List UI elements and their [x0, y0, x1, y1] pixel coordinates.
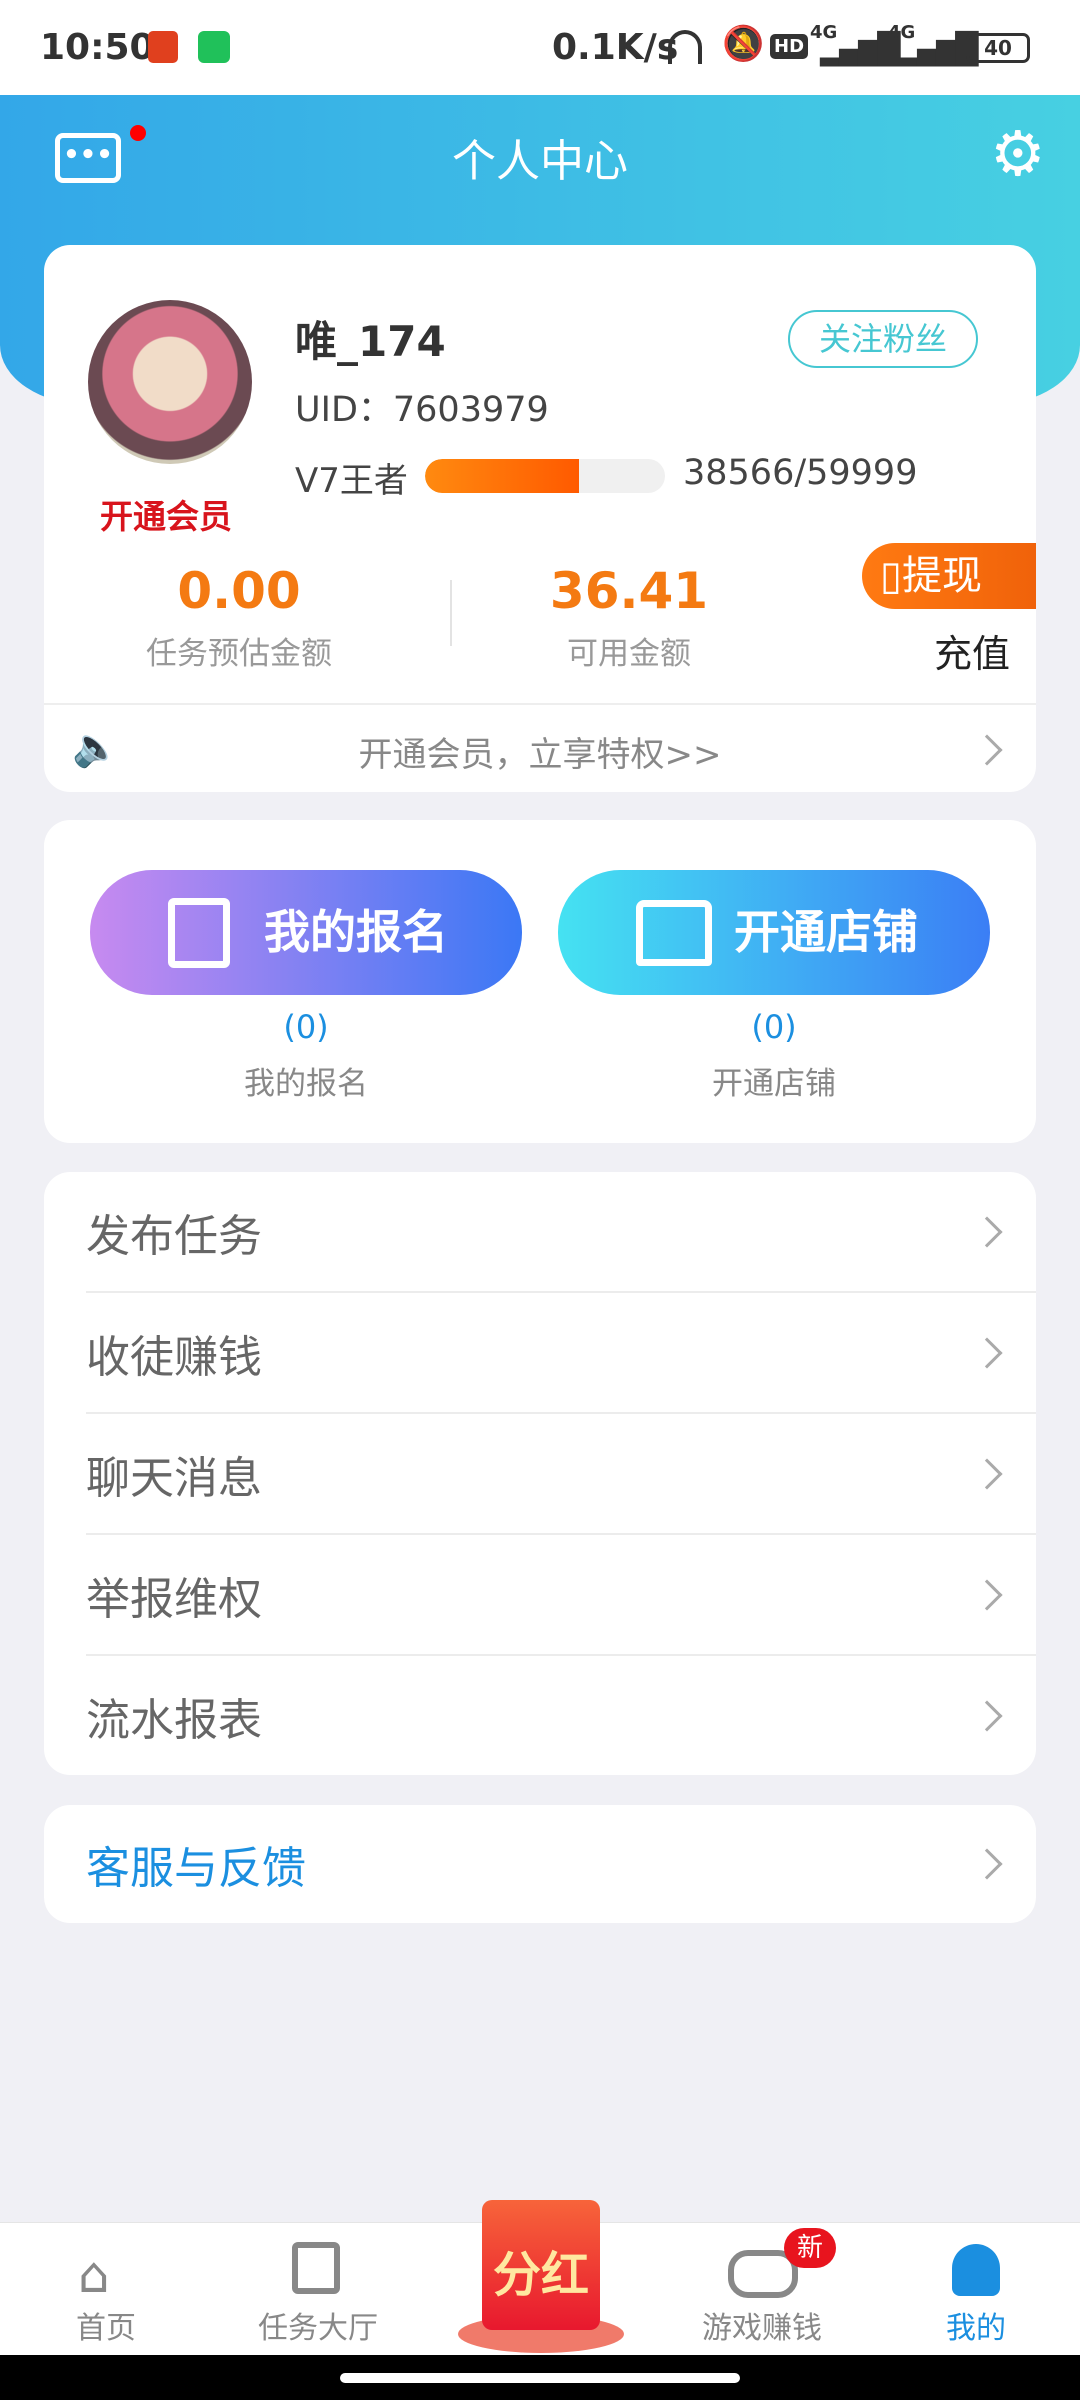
- my-signups-button[interactable]: 我的报名: [90, 870, 522, 995]
- menu-item-recruit[interactable]: 收徒赚钱: [86, 1293, 1036, 1414]
- nav-dividend[interactable]: 分红: [458, 2180, 624, 2355]
- username: 唯_174: [295, 317, 446, 366]
- home-indicator[interactable]: [340, 2373, 740, 2383]
- vip-banner[interactable]: 🔈 开通会员，立享特权>>: [44, 705, 1036, 792]
- profile-card: 开通会员 唯_174 UID：7603979 关注粉丝 V7王者 38566/5…: [44, 245, 1036, 792]
- home-icon: ⌂: [78, 2246, 110, 2304]
- shop-icon: [636, 900, 712, 966]
- open-vip-link[interactable]: 开通会员: [100, 490, 232, 538]
- chevron-right-icon: [971, 1457, 1003, 1490]
- document-icon: [292, 2242, 340, 2294]
- menu-label: 客服与反馈: [86, 1843, 306, 1894]
- level-progress-text: 38566/59999: [683, 453, 918, 493]
- phone-icon: ▯: [880, 553, 903, 599]
- my-signups-count: (0): [283, 1008, 329, 1046]
- red-envelope-icon: 分红: [482, 2200, 600, 2330]
- estimated-amount: 0.00: [177, 562, 301, 620]
- signal-icon-2: ▂▄▆█: [898, 32, 978, 67]
- menu-label: 发布任务: [86, 1210, 262, 1262]
- menu-label: 举报维权: [86, 1573, 262, 1625]
- menu-item-statement[interactable]: 流水报表: [86, 1656, 1036, 1775]
- recharge-link[interactable]: 充值: [934, 623, 1010, 678]
- menu-label: 收徒赚钱: [86, 1331, 262, 1383]
- chevron-right-icon: [971, 1215, 1003, 1248]
- nav-label: 首页: [76, 2311, 136, 2346]
- banner-text: 开通会员，立享特权>>: [358, 735, 722, 775]
- my-signups-caption: 我的报名: [244, 1066, 368, 1102]
- system-nav-bar: [0, 2355, 1080, 2400]
- my-signups-label: 我的报名: [264, 905, 448, 959]
- chevron-right-icon: [971, 1699, 1003, 1732]
- open-shop-count: (0): [751, 1008, 797, 1046]
- menu-item-service-feedback[interactable]: 客服与反馈: [86, 1805, 1036, 1923]
- nav-task-hall[interactable]: 任务大厅: [228, 2222, 408, 2355]
- withdraw-button[interactable]: ▯提现: [862, 543, 1036, 609]
- nav-home[interactable]: ⌂ 首页: [16, 2222, 196, 2355]
- menu-label: 聊天消息: [86, 1452, 262, 1504]
- battery-icon: 40: [966, 33, 1030, 63]
- open-shop-button[interactable]: 开通店铺: [558, 870, 990, 995]
- hd-icon: HD: [770, 34, 809, 59]
- wechat-icon: [198, 31, 230, 63]
- nav-label: 游戏赚钱: [702, 2311, 822, 2346]
- level-progress-bar: [425, 459, 665, 493]
- edit-note-icon: [168, 898, 230, 968]
- menu-card: 发布任务 收徒赚钱 聊天消息 举报维权 流水报表: [44, 1172, 1036, 1775]
- chevron-right-icon: [971, 1848, 1003, 1880]
- nav-mine[interactable]: 我的: [886, 2222, 1066, 2355]
- nav-game-earn[interactable]: 新游戏赚钱: [672, 2222, 852, 2355]
- status-bar: 10:50 0.1K/s 🔕 HD 4G ▂▄▆█ 4G ▂▄▆█ 40: [0, 0, 1080, 95]
- page-title: 个人中心: [452, 136, 628, 187]
- service-card[interactable]: 客服与反馈: [44, 1805, 1036, 1923]
- available-label: 可用金额: [567, 636, 691, 672]
- chevron-right-icon: [971, 1336, 1003, 1369]
- signal-icon-1: ▂▄▆█: [820, 32, 900, 67]
- divider: [450, 580, 452, 646]
- level-label: V7王者: [295, 461, 408, 501]
- menu-label: 流水报表: [86, 1694, 262, 1746]
- follow-fans-button[interactable]: 关注粉丝: [788, 310, 978, 368]
- user-icon: [952, 2244, 1000, 2296]
- mute-bell-icon: 🔕: [722, 24, 765, 64]
- new-badge: 新: [784, 2228, 836, 2268]
- app-notification-icon: [148, 31, 178, 63]
- actions-card: 我的报名 (0) 我的报名 开通店铺 (0) 开通店铺: [44, 820, 1036, 1143]
- network-speed: 0.1K/s: [552, 27, 679, 68]
- settings-gear-icon[interactable]: ⚙: [990, 123, 1046, 185]
- status-time: 10:50: [40, 27, 155, 68]
- menu-item-report[interactable]: 举报维权: [86, 1535, 1036, 1656]
- dividend-label: 分红: [492, 2247, 589, 2303]
- menu-item-chat[interactable]: 聊天消息: [86, 1414, 1036, 1535]
- nav-label: 我的: [946, 2311, 1006, 2346]
- open-shop-label: 开通店铺: [734, 905, 918, 959]
- uid: UID：7603979: [295, 390, 549, 430]
- headphones-icon: [668, 30, 702, 64]
- menu-item-publish-task[interactable]: 发布任务: [86, 1172, 1036, 1293]
- withdraw-label: 提现: [902, 553, 983, 599]
- nav-label: 任务大厅: [258, 2311, 378, 2346]
- available-amount: 36.41: [549, 562, 709, 620]
- avatar[interactable]: [88, 300, 252, 464]
- chevron-right-icon: [971, 1578, 1003, 1611]
- open-shop-caption: 开通店铺: [712, 1066, 836, 1102]
- estimated-label: 任务预估金额: [146, 636, 332, 672]
